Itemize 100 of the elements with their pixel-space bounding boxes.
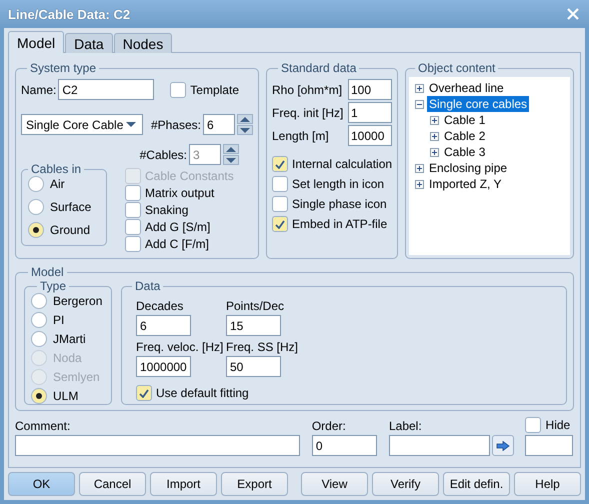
checkbox[interactable] xyxy=(136,385,152,401)
input-field[interactable]: 15 xyxy=(226,315,281,336)
radio-button[interactable] xyxy=(28,222,44,238)
spin-label: #Cables: xyxy=(140,148,187,162)
tree-item[interactable]: Cable 2 xyxy=(442,128,488,144)
checkbox[interactable] xyxy=(272,156,288,172)
order-field[interactable]: 0 xyxy=(312,435,377,456)
input-field[interactable] xyxy=(524,435,573,456)
tree-item[interactable]: Overhead line xyxy=(427,80,506,96)
checkbox[interactable] xyxy=(272,176,288,192)
checkbox-label: Internal calculation xyxy=(292,157,392,171)
dialog-button[interactable]: View xyxy=(301,472,368,496)
spin-field[interactable]: 6 xyxy=(203,114,235,135)
up-triangle-icon xyxy=(226,146,236,152)
group-title: Data xyxy=(134,279,162,293)
expand-icon[interactable] xyxy=(415,84,424,92)
field-label: Freq. veloc. [Hz] xyxy=(136,340,224,354)
input-field[interactable]: 6 xyxy=(136,315,191,336)
group-title: Object content xyxy=(417,61,496,75)
up-arrow-button[interactable] xyxy=(237,114,253,124)
right-arrow-icon xyxy=(496,440,510,450)
field-label: Length [m] xyxy=(272,128,329,142)
name-field[interactable]: C2 xyxy=(58,79,154,100)
input-field[interactable]: 1000000 xyxy=(136,356,191,377)
group-title: Standard data xyxy=(280,61,358,75)
radio-button[interactable] xyxy=(31,331,47,347)
expand-icon[interactable] xyxy=(430,132,439,140)
checkbox-label: Set length in icon xyxy=(292,177,384,191)
window-title: Line/Cable Data: C2 xyxy=(8,6,130,22)
radio-label: Ground xyxy=(50,223,90,237)
tree-item[interactable]: Enclosing pipe xyxy=(427,160,510,176)
expand-icon[interactable] xyxy=(415,164,424,172)
radio-label: JMarti xyxy=(53,332,86,346)
tree-item[interactable]: Imported Z, Y xyxy=(427,176,504,192)
close-icon[interactable] xyxy=(567,8,579,20)
checkbox-label: Embed in ATP-file xyxy=(292,217,388,231)
input-field[interactable]: 100 xyxy=(348,79,392,100)
checkbox[interactable] xyxy=(272,216,288,232)
checkbox-label: Hide xyxy=(546,418,570,432)
down-triangle-icon xyxy=(226,158,236,162)
up-arrow-button[interactable] xyxy=(223,144,239,154)
label-field[interactable] xyxy=(388,435,490,456)
dialog-button[interactable]: OK xyxy=(8,472,75,496)
checkbox-label: Snaking xyxy=(145,203,188,217)
field-label: Points/Dec xyxy=(226,299,286,313)
radio-button[interactable] xyxy=(28,199,44,215)
comment-field[interactable] xyxy=(15,435,300,456)
tab[interactable]: Nodes xyxy=(114,33,172,53)
name-label: Name: xyxy=(21,82,56,96)
radio-label: PI xyxy=(53,313,64,327)
checkbox-label: Add G [S/m] xyxy=(145,220,210,234)
radio-button[interactable] xyxy=(31,312,47,328)
checkbox-label: Use default fitting xyxy=(156,386,249,400)
checkbox-label: Cable Constants xyxy=(145,169,234,183)
checkbox[interactable] xyxy=(125,219,141,235)
spin-label: #Phases: xyxy=(150,118,201,132)
down-arrow-button[interactable] xyxy=(237,125,253,135)
field-label: Rho [ohm*m] xyxy=(272,82,342,96)
checkbox-label: Add C [F/m] xyxy=(145,237,210,251)
checkbox[interactable] xyxy=(524,417,541,433)
caret-icon xyxy=(126,122,136,127)
down-arrow-button[interactable] xyxy=(223,155,239,165)
checkbox[interactable] xyxy=(272,196,288,212)
expand-icon[interactable] xyxy=(430,148,439,156)
checkbox[interactable] xyxy=(125,185,141,201)
arrow-button[interactable] xyxy=(492,435,514,456)
input-field[interactable]: 1 xyxy=(348,102,392,123)
radio-button[interactable] xyxy=(31,293,47,309)
radio-label: ULM xyxy=(53,389,78,403)
expand-icon[interactable] xyxy=(430,116,439,124)
radio-label: Bergeron xyxy=(53,294,102,308)
tree-item[interactable]: Cable 3 xyxy=(442,144,488,160)
dialog-button[interactable]: Help xyxy=(514,472,581,496)
input-field[interactable]: 10000 xyxy=(348,125,392,146)
collapse-icon[interactable] xyxy=(415,100,424,108)
comment-label: Comment: xyxy=(15,419,72,433)
dialog-button[interactable]: Export xyxy=(221,472,288,496)
dialog-button[interactable]: Import xyxy=(150,472,217,496)
tab[interactable]: Model xyxy=(8,31,64,53)
checkbox[interactable] xyxy=(170,82,186,98)
tree-item[interactable]: Cable 1 xyxy=(442,112,488,128)
checkbox-label: Single phase icon xyxy=(292,197,387,211)
cable-type-dropdown[interactable]: Single Core Cable xyxy=(21,114,143,135)
tab[interactable]: Data xyxy=(65,33,113,53)
expand-icon[interactable] xyxy=(415,180,424,188)
input-field[interactable]: 50 xyxy=(226,356,281,377)
group-title: Type xyxy=(39,279,68,293)
dialog-button[interactable]: Cancel xyxy=(79,472,146,496)
tree-item[interactable]: Single core cables xyxy=(427,96,530,112)
dialog-button[interactable]: Edit defin. xyxy=(443,472,510,496)
radio-label: Air xyxy=(50,177,65,191)
radio-button[interactable] xyxy=(28,176,44,192)
up-triangle-icon xyxy=(240,116,250,122)
checkbox[interactable] xyxy=(125,202,141,218)
dialog-button[interactable]: Verify xyxy=(372,472,439,496)
radio-button[interactable] xyxy=(31,388,47,404)
label-label: Label: xyxy=(388,419,423,433)
checkbox-label: Template xyxy=(190,82,239,96)
radio-label: Surface xyxy=(50,200,92,214)
checkbox[interactable] xyxy=(125,236,141,252)
